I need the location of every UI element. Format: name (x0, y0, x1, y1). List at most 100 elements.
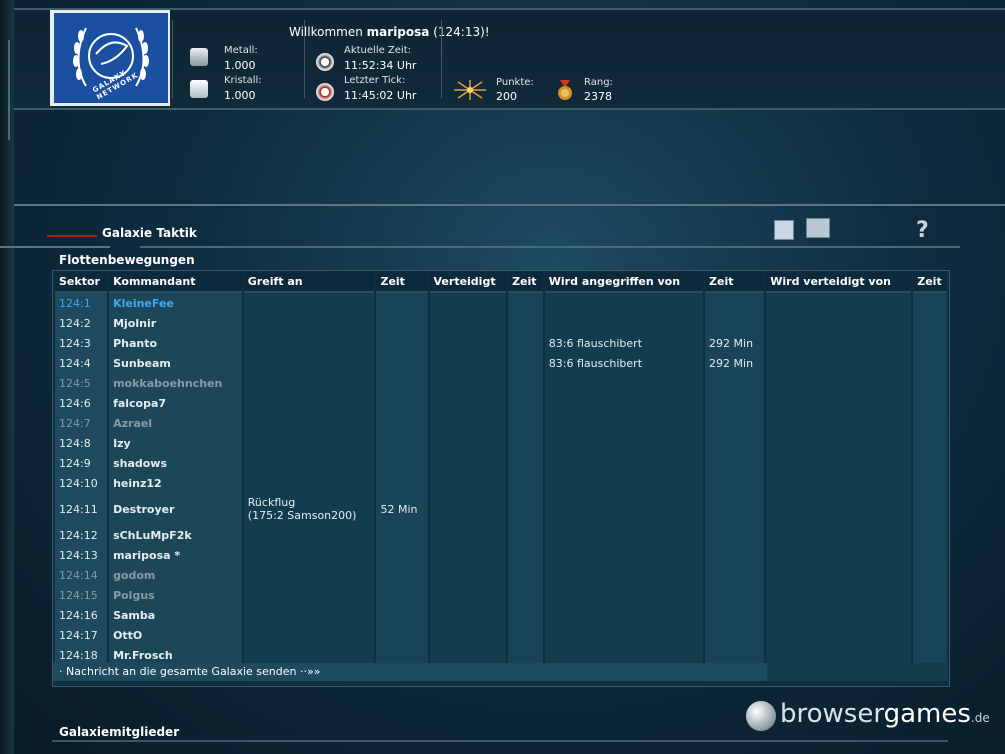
greift-an-cell[interactable] (243, 605, 375, 625)
greift-an-cell[interactable] (243, 545, 375, 565)
greift-an-cell[interactable] (243, 565, 375, 585)
kommandant-cell[interactable]: mariposa * (109, 545, 242, 565)
sektor-cell[interactable]: 124:18 (55, 645, 108, 665)
zeit-cell (705, 313, 765, 333)
sektor-cell[interactable]: 124:3 (55, 333, 108, 353)
angegriffen-von-cell[interactable] (544, 565, 704, 585)
sektor-cell[interactable]: 124:2 (55, 313, 108, 333)
angegriffen-von-cell[interactable] (544, 433, 704, 453)
table-row: 124:1 KleineFee (55, 293, 947, 313)
sektor-cell[interactable]: 124:11 (55, 493, 108, 525)
angegriffen-von-cell[interactable]: 83:6 flauschibert (544, 353, 704, 373)
kommandant-cell[interactable]: shadows (109, 453, 242, 473)
folder-icon[interactable] (806, 218, 830, 238)
kommandant-cell[interactable]: Samba (109, 605, 242, 625)
verteidigt-von-cell (766, 625, 912, 645)
sektor-cell[interactable]: 124:15 (55, 585, 108, 605)
kommandant-cell[interactable]: mokkaboehnchen (109, 373, 242, 393)
angegriffen-von-cell[interactable]: 83:6 flauschibert (544, 333, 704, 353)
kommandant-cell[interactable]: Azrael (109, 413, 242, 433)
greift-an-cell[interactable] (243, 525, 375, 545)
kommandant-cell[interactable]: Destroyer (109, 493, 242, 525)
kommandant-cell[interactable]: Mr.Frosch (109, 645, 242, 665)
angegriffen-von-cell[interactable] (544, 393, 704, 413)
kommandant-cell[interactable]: Izy (109, 433, 242, 453)
greift-an-cell[interactable] (243, 293, 375, 313)
zeit-cell (705, 293, 765, 313)
sektor-cell[interactable]: 124:1 (55, 293, 108, 313)
zeit-cell (913, 585, 947, 605)
kommandant-cell[interactable]: KleineFee (109, 293, 242, 313)
sektor-cell[interactable]: 124:5 (55, 373, 108, 393)
zeit-cell (376, 545, 428, 565)
zeit-cell (508, 393, 543, 413)
greift-an-cell[interactable] (243, 393, 375, 413)
sektor-cell[interactable]: 124:8 (55, 433, 108, 453)
edit-icon[interactable] (774, 220, 794, 240)
kommandant-cell[interactable]: Phanto (109, 333, 242, 353)
kommandant-cell[interactable]: Mjolnir (109, 313, 242, 333)
galaxy-network-logo[interactable]: GALAXY NETWORK (54, 13, 168, 103)
angegriffen-von-cell[interactable] (544, 645, 704, 665)
sektor-cell[interactable]: 124:16 (55, 605, 108, 625)
greift-an-cell[interactable] (243, 473, 375, 493)
sektor-cell[interactable]: 124:9 (55, 453, 108, 473)
kommandant-cell[interactable]: godom (109, 565, 242, 585)
send-galaxy-message-link[interactable]: · Nachricht an die gesamte Galaxie sende… (53, 663, 767, 681)
sektor-cell[interactable]: 124:6 (55, 393, 108, 413)
table-row: 124:3 Phanto 83:6 flauschibert 292 Min (55, 333, 947, 353)
angegriffen-von-cell[interactable] (544, 525, 704, 545)
greift-an-cell[interactable] (243, 333, 375, 353)
zeit-cell (705, 625, 765, 645)
help-icon[interactable]: ? (916, 218, 929, 243)
greift-an-cell[interactable] (243, 373, 375, 393)
kommandant-cell[interactable]: sChLuMpF2k (109, 525, 242, 545)
sektor-cell[interactable]: 124:7 (55, 413, 108, 433)
zeit-cell (508, 353, 543, 373)
angegriffen-von-cell[interactable] (544, 545, 704, 565)
greift-an-cell[interactable] (243, 453, 375, 473)
angegriffen-von-cell[interactable] (544, 493, 704, 525)
sektor-cell[interactable]: 124:4 (55, 353, 108, 373)
angegriffen-von-cell[interactable] (544, 293, 704, 313)
sektor-cell[interactable]: 124:14 (55, 565, 108, 585)
zeit-cell (376, 353, 428, 373)
kommandant-cell[interactable]: OttO (109, 625, 242, 645)
sektor-cell[interactable]: 124:17 (55, 625, 108, 645)
greift-an-cell[interactable] (243, 625, 375, 645)
greift-an-cell[interactable] (243, 313, 375, 333)
sektor-cell[interactable]: 124:12 (55, 525, 108, 545)
kommandant-cell[interactable]: falcopa7 (109, 393, 242, 413)
kommandant-cell[interactable]: Polgus (109, 585, 242, 605)
angegriffen-von-cell[interactable] (544, 413, 704, 433)
greift-an-cell[interactable] (243, 413, 375, 433)
verteidigt-von-cell (766, 473, 912, 493)
angegriffen-von-cell[interactable] (544, 313, 704, 333)
greift-an-cell[interactable]: Rückflug (175:2 Samson200) (243, 493, 375, 525)
greift-an-cell[interactable] (243, 645, 375, 665)
greift-an-target[interactable]: (175:2 Samson200) (248, 509, 371, 522)
kommandant-cell[interactable]: Sunbeam (109, 353, 242, 373)
angegriffen-von-cell[interactable] (544, 373, 704, 393)
greift-an-cell[interactable] (243, 353, 375, 373)
zeit-cell (376, 293, 428, 313)
zeit-cell (913, 453, 947, 473)
zeit-cell (913, 293, 947, 313)
zeit-cell (508, 585, 543, 605)
greift-an-cell[interactable] (243, 585, 375, 605)
zeit-cell (508, 525, 543, 545)
angegriffen-von-cell[interactable] (544, 625, 704, 645)
verteidigt-cell (429, 293, 507, 313)
sektor-cell[interactable]: 124:10 (55, 473, 108, 493)
kommandant-cell[interactable]: heinz12 (109, 473, 242, 493)
greift-an-cell[interactable] (243, 433, 375, 453)
angegriffen-von-cell[interactable] (544, 453, 704, 473)
angegriffen-von-cell[interactable] (544, 473, 704, 493)
table-row: 124:18 Mr.Frosch (55, 645, 947, 665)
angegriffen-von-cell[interactable] (544, 605, 704, 625)
angegriffen-von-cell[interactable] (544, 585, 704, 605)
zeit-cell (913, 605, 947, 625)
sektor-cell[interactable]: 124:13 (55, 545, 108, 565)
table-row: 124:8 Izy (55, 433, 947, 453)
zeit-cell (913, 625, 947, 645)
